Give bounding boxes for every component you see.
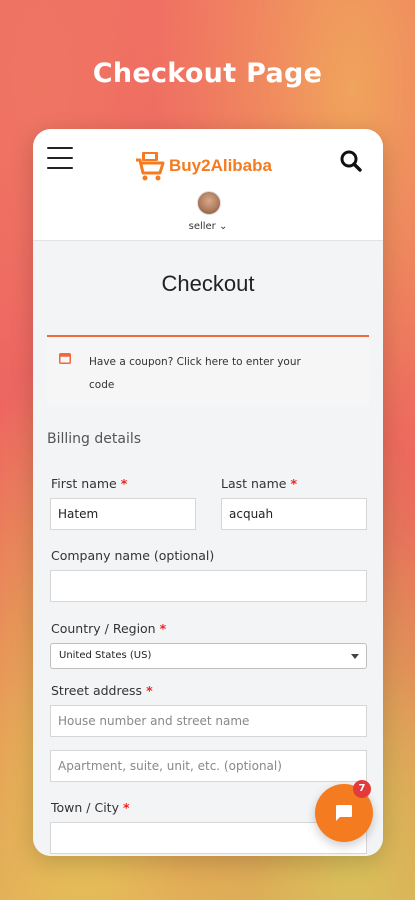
chevron-down-icon: ⌄ [218, 221, 228, 232]
site-header: Buy2Alibaba seller ⌄ [33, 129, 383, 241]
cart-logo-icon [136, 152, 165, 181]
coupon-link[interactable]: Click here to enter your [177, 356, 301, 368]
hamburger-icon[interactable] [47, 147, 73, 169]
country-value: United States (US) [59, 650, 152, 661]
user-menu[interactable]: seller ⌄ [33, 221, 383, 232]
street-address-2-field[interactable]: Apartment, suite, unit, etc. (optional) [50, 750, 367, 782]
promo-title: Checkout Page [92, 58, 323, 89]
avatar[interactable] [197, 191, 221, 215]
calendar-icon [59, 353, 71, 364]
user-label: seller [188, 221, 216, 232]
caret-down-icon [351, 654, 359, 659]
city-label: Town / City * [51, 800, 130, 815]
coupon-notice: Have a coupon? Click here to enter your … [47, 335, 369, 407]
street-address-field[interactable]: House number and street name [50, 705, 367, 737]
street-label: Street address * [51, 683, 153, 698]
country-select[interactable]: United States (US) [50, 643, 367, 669]
last-name-label: Last name * [221, 476, 297, 491]
country-label: Country / Region * [51, 621, 167, 636]
brand-name: Buy2Alibaba [169, 156, 272, 175]
billing-heading: Billing details [47, 431, 142, 447]
page-title: Checkout [161, 271, 255, 296]
coupon-link-cont[interactable]: code [89, 379, 114, 391]
checkout-content: Checkout Have a coupon? Click here to en… [33, 241, 383, 856]
last-name-field[interactable]: acquah [221, 498, 367, 530]
search-icon[interactable] [339, 149, 363, 173]
phone-frame: Buy2Alibaba seller ⌄ Checkout Have a cou… [33, 129, 383, 856]
coupon-text: Have a coupon? [89, 356, 177, 368]
company-field[interactable] [50, 570, 367, 602]
first-name-field[interactable]: Hatem [50, 498, 196, 530]
company-label: Company name (optional) [51, 548, 215, 563]
first-name-label: First name * [51, 476, 128, 491]
chat-badge: 7 [353, 780, 371, 798]
brand-logo[interactable]: Buy2Alibaba [133, 149, 272, 183]
chat-icon [336, 805, 352, 821]
